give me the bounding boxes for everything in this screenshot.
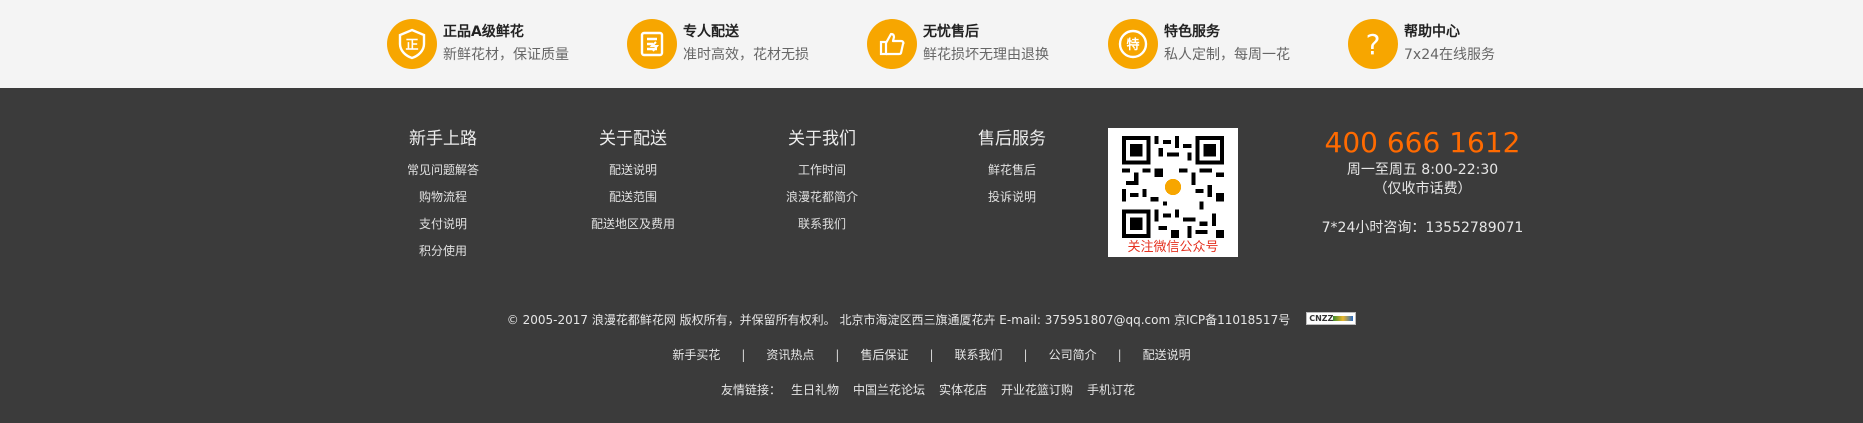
- svg-text:特: 特: [1126, 37, 1139, 53]
- service-bar: 正 正品A级鲜花 新鲜花材，保证质量 专人配送 准时高效，花材无损 无忧售后 鲜…: [0, 0, 1863, 88]
- footer-col-aftersale: 售后服务 鲜花售后 投诉说明: [942, 128, 1082, 211]
- footer-col-title: 售后服务: [978, 129, 1046, 149]
- site-footer: 新手上路 常见问题解答 购物流程 支付说明 积分使用 关于配送 配送说明 配送范…: [0, 88, 1863, 423]
- service-subtitle: 新鲜花材，保证质量: [443, 47, 569, 63]
- bottom-link[interactable]: 售后保证: [860, 348, 908, 362]
- service-subtitle: 准时高效，花材无损: [683, 47, 809, 63]
- footer-link[interactable]: 联系我们: [752, 211, 892, 238]
- bottom-nav: 新手买花 | 资讯热点 | 售后保证 | 联系我们 | 公司简介 | 配送说明: [0, 347, 1863, 363]
- consult-line: 7*24小时咨询：13552789071: [1321, 220, 1524, 236]
- footer-link[interactable]: 工作时间: [752, 157, 892, 184]
- service-special: 特 特色服务 私人定制，每周一花: [1108, 19, 1290, 69]
- friend-links-label: 友情链接：: [720, 383, 781, 397]
- footer-link[interactable]: 常见问题解答: [373, 157, 513, 184]
- svg-text:正: 正: [405, 38, 418, 53]
- contact-block: 400 666 1612 周一至周五 8:00-22:30 （仅收市话费） 7*…: [1320, 126, 1525, 238]
- fee-note: （仅收市话费）: [1373, 181, 1472, 197]
- footer-col-title: 关于配送: [599, 129, 667, 149]
- service-genuine: 正 正品A级鲜花 新鲜花材，保证质量: [387, 19, 569, 69]
- separator: |: [835, 348, 840, 362]
- bottom-link[interactable]: 联系我们: [955, 348, 1003, 362]
- friend-link[interactable]: 实体花店: [939, 383, 987, 397]
- footer-link[interactable]: 积分使用: [373, 238, 513, 265]
- friend-link[interactable]: 手机订花: [1087, 383, 1135, 397]
- footer-link[interactable]: 购物流程: [373, 184, 513, 211]
- bottom-link[interactable]: 资讯热点: [766, 348, 814, 362]
- service-subtitle: 鲜花损坏无理由退换: [923, 47, 1049, 63]
- service-title: 正品A级鲜花: [443, 24, 524, 40]
- bottom-link[interactable]: 新手买花: [672, 348, 720, 362]
- hotline-number: 400 666 1612: [1324, 126, 1521, 159]
- cnzz-badge[interactable]: CNZZ: [1306, 312, 1357, 325]
- svg-text:?: ?: [1366, 28, 1381, 61]
- footer-link[interactable]: 配送说明: [563, 157, 703, 184]
- footer-link[interactable]: 支付说明: [373, 211, 513, 238]
- footer-link[interactable]: 配送地区及费用: [563, 211, 703, 238]
- qr-code-icon: [1122, 136, 1224, 238]
- qr-caption: 关注微信公众号: [1127, 240, 1219, 255]
- service-title: 特色服务: [1164, 24, 1220, 40]
- separator: |: [929, 348, 934, 362]
- bottom-link[interactable]: 配送说明: [1143, 348, 1191, 362]
- thumbs-up-icon: [867, 19, 917, 69]
- service-title: 专人配送: [683, 24, 739, 40]
- wechat-qr-code: 关注微信公众号: [1108, 128, 1238, 257]
- footer-col-title: 关于我们: [788, 129, 856, 149]
- footer-col-about: 关于我们 工作时间 浪漫花都简介 联系我们: [752, 128, 892, 238]
- footer-link[interactable]: 投诉说明: [942, 184, 1082, 211]
- service-title: 帮助中心: [1404, 24, 1460, 40]
- separator: |: [1023, 348, 1028, 362]
- service-aftersale: 无忧售后 鲜花损坏无理由退换: [867, 19, 1049, 69]
- service-delivery: 专人配送 准时高效，花材无损: [627, 19, 809, 69]
- separator: |: [741, 348, 746, 362]
- service-subtitle: 私人定制，每周一花: [1164, 47, 1290, 63]
- friend-links: 友情链接： 生日礼物 中国兰花论坛 实体花店 开业花篮订购 手机订花: [0, 382, 1863, 398]
- footer-col-beginner: 新手上路 常见问题解答 购物流程 支付说明 积分使用: [373, 128, 513, 265]
- bottom-link[interactable]: 公司简介: [1049, 348, 1097, 362]
- service-hours: 周一至周五 8:00-22:30: [1346, 162, 1499, 178]
- service-title: 无忧售后: [923, 24, 979, 40]
- question-icon: ?: [1348, 19, 1398, 69]
- footer-link[interactable]: 配送范围: [563, 184, 703, 211]
- friend-link[interactable]: 生日礼物: [791, 383, 839, 397]
- copyright-text: © 2005-2017 浪漫花都鲜花网 版权所有，并保留所有权利。 北京市海淀区…: [506, 313, 1291, 327]
- copyright-line: © 2005-2017 浪漫花都鲜花网 版权所有，并保留所有权利。 北京市海淀区…: [0, 312, 1863, 328]
- delivery-icon: [627, 19, 677, 69]
- service-subtitle: 7x24在线服务: [1404, 47, 1496, 63]
- footer-col-delivery: 关于配送 配送说明 配送范围 配送地区及费用: [563, 128, 703, 238]
- friend-link[interactable]: 开业花篮订购: [1001, 383, 1073, 397]
- separator: |: [1117, 348, 1122, 362]
- te-badge-icon: 特: [1108, 19, 1158, 69]
- footer-col-title: 新手上路: [409, 129, 477, 149]
- service-help: ? 帮助中心 7x24在线服务: [1348, 19, 1495, 69]
- friend-link[interactable]: 中国兰花论坛: [853, 383, 925, 397]
- footer-link[interactable]: 鲜花售后: [942, 157, 1082, 184]
- zheng-badge-icon: 正: [387, 19, 437, 69]
- footer-link[interactable]: 浪漫花都简介: [752, 184, 892, 211]
